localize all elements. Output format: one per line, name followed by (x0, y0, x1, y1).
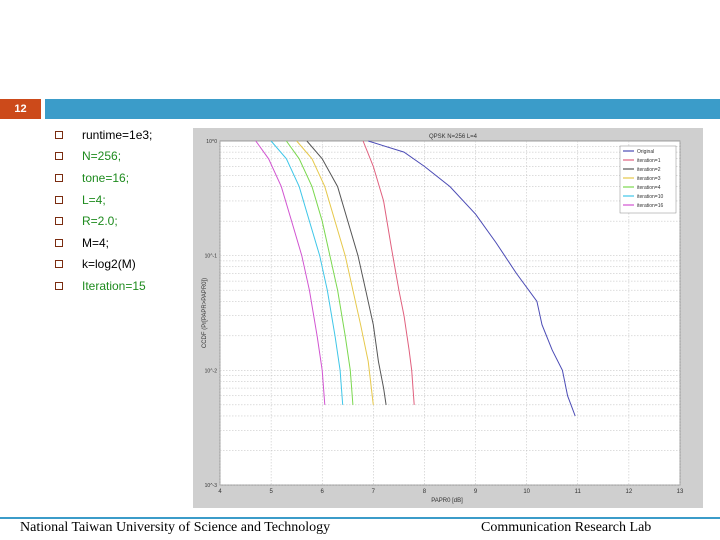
y-tick-label: 10^0 (206, 139, 217, 145)
x-tick-label: 11 (575, 489, 582, 495)
bullet-item: tone=16; (55, 167, 195, 189)
legend-label: iteration=1 (637, 158, 661, 164)
bullet-item: Iteration=15 (55, 275, 195, 297)
ccdf-chart: 4 5 6 7 8 9 10 11 12 1310^-310^-210^-110^0 QPSK N… (193, 128, 703, 508)
legend-label: iteration=16 (637, 203, 663, 209)
bullet-square-icon (55, 173, 63, 182)
parameter-list: runtime=1e3; N=256; tone=16; L=4; R=2.0; M=4;… (55, 124, 195, 297)
bullet-text: L=4; (82, 192, 106, 207)
footer-lab: Communication Research Lab (481, 520, 652, 535)
x-tick-label: 10 (523, 489, 530, 495)
bullet-item: R=2.0; (55, 210, 195, 232)
legend-label: iteration=10 (637, 194, 663, 200)
footer-institution: National Taiwan University of Science an… (20, 520, 331, 535)
bullet-text: R=2.0; (82, 214, 118, 229)
chart-title: QPSK N=256 L=4 (429, 134, 478, 140)
legend-label: iteration=4 (637, 185, 661, 191)
bullet-text: N=256; (82, 149, 122, 164)
bullet-square-icon (55, 238, 63, 247)
bullet-text: M=4; (82, 235, 110, 250)
header-bar (45, 99, 720, 119)
x-tick-label: 13 (677, 489, 684, 495)
bullet-square-icon (55, 217, 63, 226)
ccdf-figure: 4 5 6 7 8 9 10 11 12 13 10^-3 10^-2 10^-1 10^0 QPSK N… (193, 128, 703, 508)
bullet-item: N=256; (55, 146, 195, 168)
bullet-square-icon (55, 195, 63, 204)
bullet-item: M=4; (55, 232, 195, 254)
bullet-item: k=log2(M) (55, 254, 195, 276)
legend-label: iteration=2 (637, 167, 661, 173)
bullet-item: L=4; (55, 189, 195, 211)
bullet-text: tone=16; (82, 170, 130, 185)
y-tick-label: 10^-2 (205, 368, 218, 374)
bullet-text: Iteration=15 (82, 278, 146, 293)
x-tick-label: 12 (626, 489, 633, 495)
bullet-square-icon (55, 130, 63, 139)
bullet-square-icon (55, 281, 63, 290)
slide-number-badge: 12 (0, 99, 41, 119)
bullet-square-icon (55, 260, 63, 269)
footer-divider (0, 517, 720, 519)
bullet-square-icon (55, 152, 63, 161)
bullet-item: runtime=1e3; (55, 124, 195, 146)
y-tick-label: 10^-3 (205, 483, 218, 489)
bullet-text: runtime=1e3; (82, 127, 153, 142)
legend-label: iteration=3 (637, 176, 661, 182)
x-axis-label: PAPR0 [dB] (431, 498, 463, 504)
legend: Original iteration=1 iteration=2 iteration=… (619, 145, 677, 214)
plot-area (219, 140, 681, 486)
y-axis-label: CCDF (Pr[PAPR>PAPR0]) (202, 278, 208, 348)
y-tick-label: 10^-1 (205, 254, 218, 260)
bullet-text: k=log2(M) (82, 257, 136, 272)
legend-label: Original (637, 149, 654, 155)
slide-number: 12 (14, 103, 27, 115)
